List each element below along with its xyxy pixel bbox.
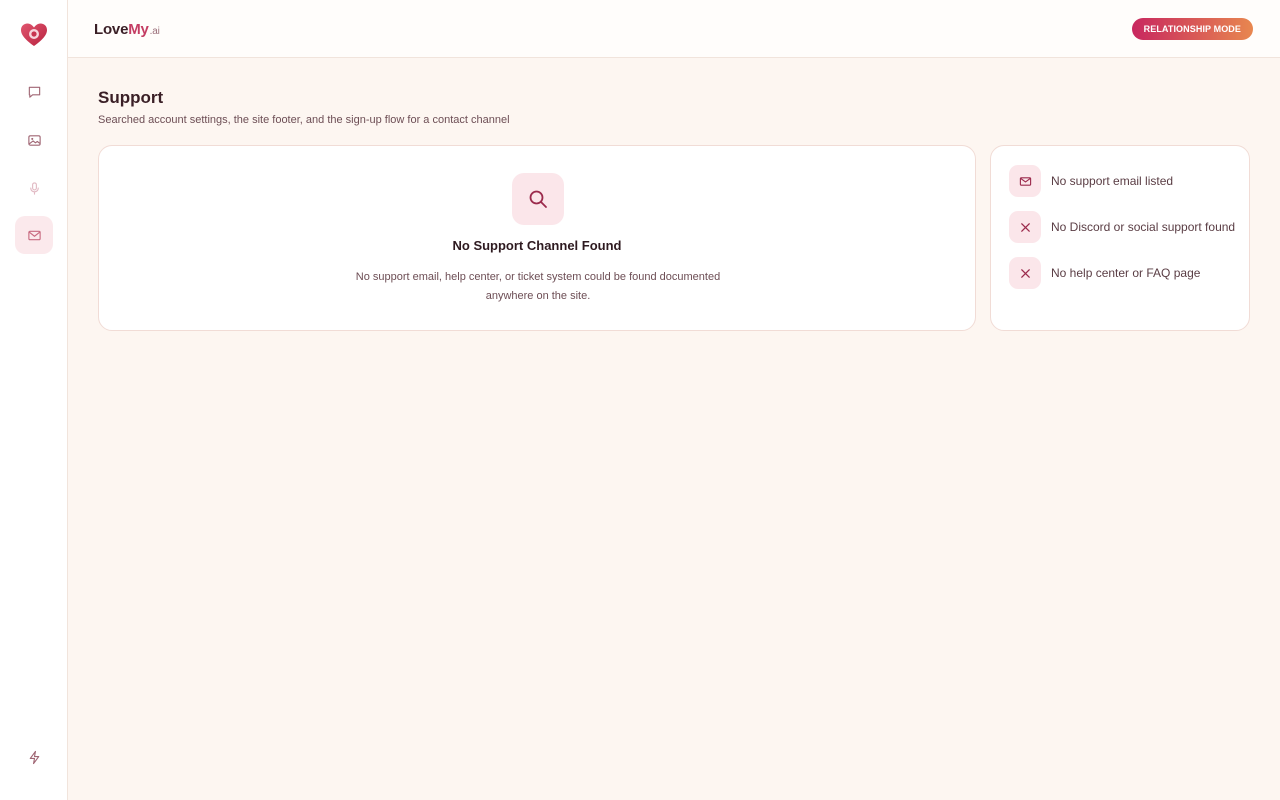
microphone-icon	[29, 181, 39, 195]
sidebar-item-upgrade[interactable]	[15, 738, 53, 776]
empty-state-title: No Support Channel Found	[452, 238, 622, 253]
top-header: Love My .ai RELATIONSHIP MODE	[68, 0, 1280, 58]
list-item: No Discord or social support found	[1009, 211, 1235, 243]
sidebar-item-images[interactable]	[15, 121, 53, 159]
list-item: No help center or FAQ page	[1009, 257, 1200, 289]
chat-icon	[28, 86, 40, 98]
page-subtitle: Searched account settings, the site foot…	[98, 114, 510, 126]
check-label: No support email listed	[1051, 174, 1174, 188]
sidebar	[0, 0, 68, 800]
x-icon	[1009, 257, 1041, 289]
support-checks-card: No support email listed No Discord or so…	[990, 145, 1250, 331]
sidebar-item-support[interactable]	[15, 216, 53, 254]
mail-icon	[1009, 165, 1041, 197]
brand-logo[interactable]: Love My .ai	[94, 21, 160, 38]
lightning-icon	[29, 750, 39, 764]
heart-logo-icon[interactable]	[20, 22, 48, 48]
page-title: Support	[98, 88, 164, 107]
empty-state-card: No Support Channel Found No support emai…	[98, 145, 976, 331]
check-label: No Discord or social support found	[1051, 220, 1236, 234]
brand-part-ai: .ai	[149, 26, 160, 37]
check-label: No help center or FAQ page	[1051, 266, 1201, 280]
search-icon	[512, 173, 564, 225]
brand-part-love: Love	[94, 21, 129, 38]
sidebar-item-voice[interactable]	[15, 169, 53, 207]
app-root: Love My .ai RELATIONSHIP MODE Support Sear…	[0, 0, 1280, 800]
mail-icon	[27, 230, 41, 240]
sidebar-item-chat[interactable]	[15, 73, 53, 111]
x-icon	[1009, 211, 1041, 243]
list-item: No support email listed	[1009, 165, 1173, 197]
relationship-mode-button[interactable]: RELATIONSHIP MODE	[1131, 18, 1253, 40]
image-icon	[27, 134, 41, 146]
brand-part-my: My	[128, 21, 149, 38]
empty-state-description: No support email, help center, or ticket…	[355, 271, 721, 302]
